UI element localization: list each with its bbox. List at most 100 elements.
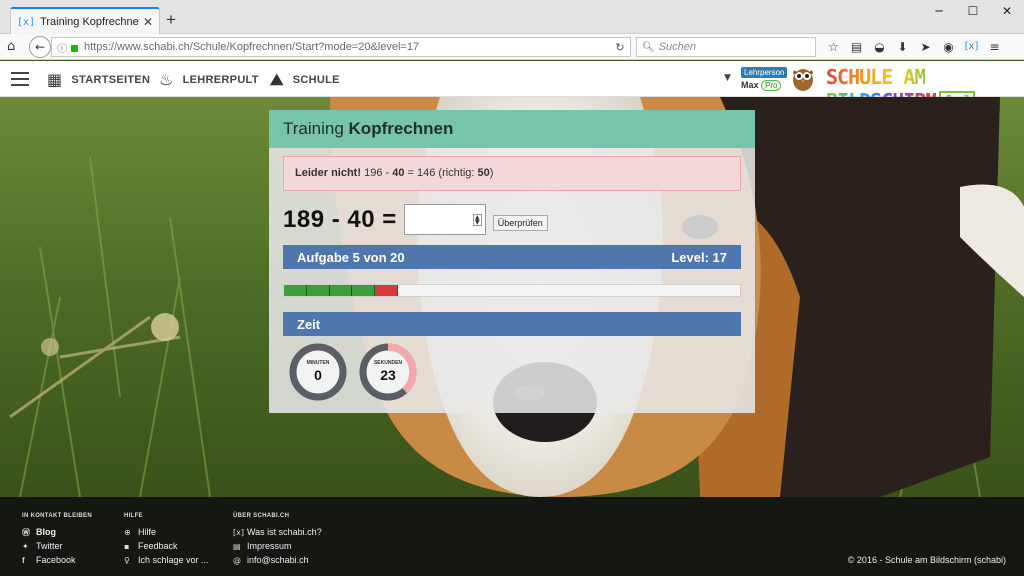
nav-startseiten[interactable]: ▦ STARTSEITEN	[47, 70, 150, 89]
at-icon: @	[233, 555, 241, 565]
browser-tab[interactable]: [x] Training Kopfrechnen - Schabi ✕	[10, 7, 160, 35]
footer-link-blog[interactable]: Ⓦ Blog	[22, 525, 92, 539]
hamburger-menu-icon[interactable]	[11, 72, 29, 86]
feedback-alert: Leider nicht! 196 - 40 = 146 (richtig: 5…	[283, 156, 741, 191]
panel-title: Kopfrechnen	[348, 119, 454, 138]
footer-col-help: HILFE ⊕ Hilfe ▪ Feedback ♀ Ich schlage vor …	[124, 513, 209, 567]
progress-segment-correct	[329, 285, 353, 296]
task-expression: 189 - 40 =	[283, 205, 397, 233]
window-controls: ─ ☐ ✕	[922, 0, 1024, 24]
info-icon[interactable]: ⓘ	[57, 40, 67, 55]
progress-header: Aufgabe 5 von 20 Level: 17	[283, 245, 741, 269]
footer-link-impressum[interactable]: ▤ Impressum	[233, 539, 322, 553]
new-tab-icon[interactable]: +	[166, 10, 176, 30]
panel-header: Training Kopfrechnen	[269, 110, 755, 148]
footer-heading: HILFE	[124, 513, 143, 519]
progress-segment-correct	[306, 285, 330, 296]
footer-link-hilfe[interactable]: ⊕ Hilfe	[124, 525, 209, 539]
task-row: 189 - 40 = ▲ ▼ Überprüfen	[283, 204, 548, 235]
footer-link-feedback[interactable]: ▪ Feedback	[124, 539, 209, 553]
panel-title-prefix: Training	[283, 119, 344, 138]
footer-link-label: Feedback	[138, 541, 178, 551]
footer-link-label: Ich schlage vor ...	[138, 555, 209, 565]
lock-icon	[71, 44, 78, 52]
answer-input[interactable]: ▲ ▼	[403, 204, 486, 235]
wordpress-icon: Ⓦ	[22, 527, 30, 537]
address-bar[interactable]: ⓘ https://www.schabi.ch/Schule/Kopfrechn…	[51, 37, 631, 57]
reading-list-icon[interactable]: ▤	[845, 38, 868, 56]
mascot-owl-icon	[793, 69, 813, 91]
calendar-icon: ▦	[47, 70, 63, 89]
nav-lehrerpult-label: LEHRERPULT	[182, 73, 259, 86]
close-icon[interactable]: ✕	[990, 0, 1024, 22]
progress-segment-correct	[284, 285, 307, 296]
twitter-icon: ✦	[22, 541, 29, 551]
schabi-x-icon: [x]	[233, 527, 244, 537]
time-label: Zeit	[297, 316, 321, 332]
timer-minutes-label: MINUTEN	[306, 360, 330, 366]
lifebuoy-icon: ⊕	[124, 527, 131, 537]
footer-link-label: info@schabi.ch	[247, 555, 309, 565]
pro-badge: Pro	[761, 80, 782, 91]
browser-navbar: ⌂ ← ⓘ https://www.schabi.ch/Schule/Kopfr…	[0, 34, 1024, 60]
back-arrow-icon[interactable]: ←	[29, 36, 51, 58]
footer-col-about: ÜBER SCHABI.CH [x] Was ist schabi.ch? ▤ Im…	[233, 513, 322, 567]
schabi-favicon-icon: [x]	[17, 16, 36, 28]
home-icon[interactable]: ⌂	[7, 39, 15, 54]
footer-link-label: Twitter	[36, 541, 63, 551]
user-dropdown-caret-icon[interactable]: ▼	[724, 73, 731, 83]
feedback-label: Leider nicht!	[295, 167, 362, 179]
tab-title: Training Kopfrechnen - Schabi	[40, 16, 139, 28]
feedback-expr-rest: = 146 (richtig:	[404, 167, 478, 179]
site-header: ▦ STARTSEITEN ♨ LEHRERPULT ⛰ SCHULE ▼ Le…	[0, 61, 1024, 115]
pocket-icon[interactable]: ◒	[868, 38, 891, 56]
time-header: Zeit	[283, 312, 741, 336]
maximize-icon[interactable]: ☐	[956, 0, 990, 22]
timer-seconds-value: 23	[380, 367, 396, 383]
nav-schule[interactable]: ⛰ SCHULE	[270, 70, 340, 90]
url-text[interactable]: https://www.schabi.ch/Schule/Kopfrechnen…	[84, 41, 610, 53]
site-footer: IN KONTAKT BLEIBEN Ⓦ Blog ✦ Twitter f Faceb…	[0, 497, 1024, 576]
footer-link-suggest[interactable]: ♀ Ich schlage vor ...	[124, 553, 209, 567]
nav-schule-label: SCHULE	[292, 74, 340, 86]
sync-icon[interactable]: ◉	[937, 38, 960, 56]
send-icon[interactable]: ➤	[914, 38, 937, 56]
search-input[interactable]: 🔍︎ Suchen	[636, 37, 816, 57]
progress-segment-wrong	[375, 285, 398, 296]
footer-heading: IN KONTAKT BLEIBEN	[22, 513, 92, 519]
check-button[interactable]: Überprüfen	[492, 214, 548, 231]
footer-link-label: Impressum	[247, 541, 292, 551]
minimize-icon[interactable]: ─	[922, 0, 956, 22]
progress-bar	[283, 284, 741, 297]
desk-lamp-icon: ♨	[159, 70, 174, 89]
menu-icon[interactable]: ≡	[983, 38, 1006, 56]
footer-link-email[interactable]: @ info@schabi.ch	[233, 553, 322, 567]
nav-startseiten-label: STARTSEITEN	[71, 73, 151, 86]
training-panel: Training Kopfrechnen Leider nicht! 196 -…	[269, 110, 755, 413]
lightbulb-icon: ♀	[124, 555, 130, 565]
user-name[interactable]: Max	[741, 80, 759, 90]
timer-minutes: MINUTEN 0	[288, 342, 348, 402]
task-counter: Aufgabe 5 von 20	[297, 249, 405, 265]
browser-toolbar-icons: ☆ ▤ ◒ ⬇ ➤ ◉ [x] ≡	[822, 38, 1006, 56]
schabi-extension-icon[interactable]: [x]	[960, 38, 983, 56]
footer-link-facebook[interactable]: f Facebook	[22, 553, 92, 567]
feedback-expr-start: 196 -	[364, 167, 393, 179]
tab-close-icon[interactable]: ✕	[143, 15, 153, 29]
feedback-correct-value: 50	[477, 167, 490, 179]
timer-minutes-value: 0	[314, 367, 322, 383]
search-placeholder: Suchen	[658, 41, 697, 53]
timer-seconds: SEKUNDEN 23	[358, 342, 418, 402]
number-spinner-icon[interactable]: ▲ ▼	[472, 214, 482, 226]
star-icon[interactable]: ☆	[822, 38, 845, 56]
feedback-close: )	[489, 167, 494, 179]
user-role-badge: Lehrperson	[741, 67, 788, 78]
download-icon[interactable]: ⬇	[891, 38, 914, 56]
search-icon: 🔍︎	[642, 41, 655, 53]
reload-icon[interactable]: ↻	[610, 41, 630, 54]
footer-link-label: Hilfe	[138, 527, 157, 537]
progress-segment-correct	[352, 285, 376, 296]
nav-lehrerpult[interactable]: ♨ LEHRERPULT	[159, 70, 259, 89]
footer-link-about[interactable]: [x] Was ist schabi.ch?	[233, 525, 322, 539]
footer-link-twitter[interactable]: ✦ Twitter	[22, 539, 92, 553]
